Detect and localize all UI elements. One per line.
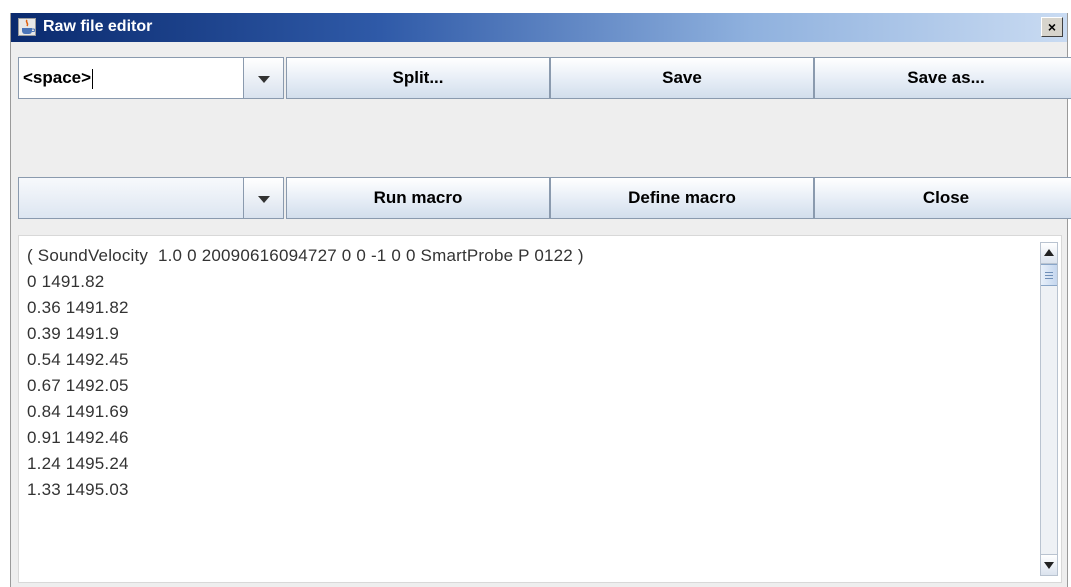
- window-title: Raw file editor: [43, 18, 153, 35]
- macro-dropdown-button[interactable]: [244, 177, 284, 219]
- raw-file-text-area[interactable]: ( SoundVelocity 1.0 0 20090616094727 0 0…: [18, 235, 1062, 583]
- scrollbar-thumb[interactable]: [1041, 264, 1057, 286]
- text-line: 0.36 1491.82: [27, 298, 129, 317]
- scroll-up-button[interactable]: [1041, 243, 1057, 264]
- arrow-down-icon: [1044, 562, 1054, 569]
- text-line: 0.67 1492.05: [27, 376, 129, 395]
- text-line: 1.33 1495.03: [27, 480, 129, 499]
- save-button[interactable]: Save: [550, 57, 814, 99]
- text-line: 0.39 1491.9: [27, 324, 120, 343]
- toolbar-row-1: <space> Split... Save Save as...: [18, 57, 1071, 99]
- text-line: ( SoundVelocity 1.0 0 20090616094727 0 0…: [27, 246, 584, 265]
- raw-file-editor-window: Raw file editor × <space> Split... Save …: [10, 13, 1071, 587]
- save-as-button[interactable]: Save as...: [814, 57, 1071, 99]
- chevron-down-icon: [258, 196, 270, 203]
- define-macro-button[interactable]: Define macro: [550, 177, 814, 219]
- toolbar-row-2: Run macro Define macro Close: [18, 177, 1071, 219]
- text-line: 0 1491.82: [27, 272, 105, 291]
- delimiter-value: <space>: [23, 68, 92, 87]
- title-bar[interactable]: Raw file editor ×: [11, 13, 1067, 42]
- delimiter-combo-input[interactable]: <space>: [18, 57, 244, 99]
- text-line: 0.91 1492.46: [27, 428, 129, 447]
- java-app-icon: [18, 18, 36, 36]
- split-button[interactable]: Split...: [286, 57, 550, 99]
- text-caret: [92, 68, 94, 89]
- text-lines: ( SoundVelocity 1.0 0 20090616094727 0 0…: [27, 243, 584, 503]
- window-close-button[interactable]: ×: [1041, 17, 1063, 37]
- text-line: 1.24 1495.24: [27, 454, 129, 473]
- text-line: 0.84 1491.69: [27, 402, 129, 421]
- macro-combo[interactable]: [18, 177, 244, 219]
- close-button[interactable]: Close: [814, 177, 1071, 219]
- arrow-up-icon: [1044, 249, 1054, 256]
- scroll-down-button[interactable]: [1041, 554, 1057, 575]
- delimiter-dropdown-button[interactable]: [244, 57, 284, 99]
- run-macro-button[interactable]: Run macro: [286, 177, 550, 219]
- text-line: 0.54 1492.45: [27, 350, 129, 369]
- vertical-scrollbar[interactable]: [1040, 242, 1058, 576]
- chevron-down-icon: [258, 76, 270, 83]
